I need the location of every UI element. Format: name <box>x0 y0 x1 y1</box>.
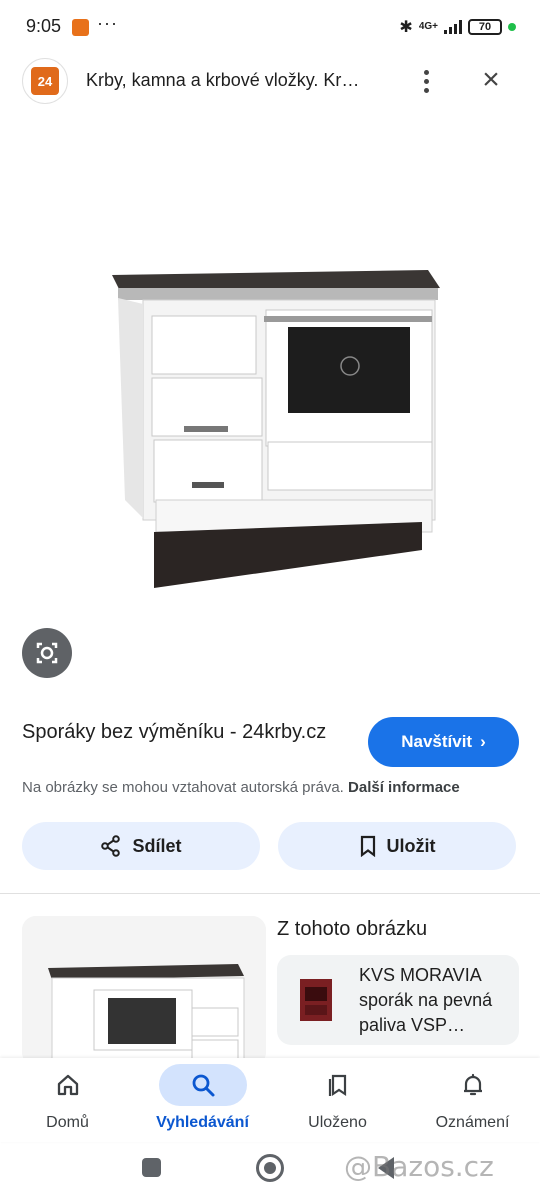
nav-notifications[interactable]: Oznámení <box>405 1058 540 1142</box>
copyright-text: Na obrázky se mohou vztahovat autorská p… <box>22 779 344 796</box>
more-notifications-icon: ··· <box>97 13 118 33</box>
result-title[interactable]: Sporáky bez výměníku - 24krby.cz <box>22 718 342 746</box>
bottom-navigation: Domů Vyhledávání Uloženo Oznámení <box>0 1058 540 1142</box>
site-logo-text: 24 <box>31 67 59 95</box>
nav-notifications-icon-wrap <box>431 1064 515 1106</box>
save-button[interactable]: Uložit <box>278 822 516 870</box>
more-options-icon[interactable] <box>414 66 438 96</box>
main-image[interactable] <box>0 120 540 620</box>
nav-saved-label: Uloženo <box>308 1114 367 1131</box>
visit-button-label: Navštívit <box>401 732 473 751</box>
chevron-right-icon: › <box>480 732 486 751</box>
nav-search-label: Vyhledávání <box>156 1114 249 1131</box>
bluetooth-icon: ✱ <box>399 19 413 36</box>
app-notification-icon <box>72 19 89 36</box>
product-title: KVS MORAVIA sporák na pevná paliva VSP… <box>359 965 493 1035</box>
nav-search-icon-wrap <box>158 1064 247 1106</box>
close-icon[interactable]: × <box>476 65 506 96</box>
stove-image <box>112 270 440 588</box>
home-button[interactable] <box>256 1154 284 1182</box>
battery-icon: 70 <box>468 19 502 35</box>
related-image-thumbnail[interactable] <box>22 916 266 1066</box>
watermark: @Bazos.cz <box>344 1150 494 1183</box>
nav-home[interactable]: Domů <box>0 1058 135 1142</box>
google-lens-icon <box>36 642 58 664</box>
nav-search[interactable]: Vyhledávání <box>135 1058 270 1142</box>
nav-saved-icon-wrap <box>296 1064 380 1106</box>
visit-button[interactable]: Navštívit › <box>368 717 519 767</box>
bookmark-icon <box>360 835 375 857</box>
lens-button[interactable] <box>22 628 72 678</box>
learn-more-link[interactable]: Další informace <box>348 779 460 796</box>
status-time: 9:05 <box>26 16 62 36</box>
nav-home-label: Domů <box>46 1114 89 1131</box>
share-icon <box>101 835 121 857</box>
share-button-label: Sdílet <box>132 835 182 856</box>
recents-button[interactable] <box>142 1158 161 1177</box>
signal-icon <box>444 20 462 34</box>
share-button[interactable]: Sdílet <box>22 822 260 870</box>
status-bar: 9:05 ··· ✱ 4G+ 70 <box>0 0 540 56</box>
divider <box>0 893 540 894</box>
viewer-header: 24 Krby, kamna a krbové vložky. Kr… × <box>0 58 540 108</box>
site-logo[interactable]: 24 <box>22 58 68 104</box>
stove-thumbnail <box>22 916 266 1066</box>
home-icon <box>57 1074 78 1096</box>
saved-icon <box>328 1074 346 1097</box>
nav-notifications-label: Oznámení <box>435 1114 510 1131</box>
product-thumbnail <box>300 979 332 1021</box>
nav-home-icon-wrap <box>26 1064 110 1106</box>
network-type: 4G+ <box>418 21 438 32</box>
privacy-indicator-icon <box>508 23 516 31</box>
related-heading: Z tohoto obrázku <box>277 918 428 940</box>
search-icon <box>192 1074 214 1097</box>
bell-icon <box>463 1073 482 1096</box>
copyright-notice: Na obrázky se mohou vztahovat autorská p… <box>22 779 522 796</box>
save-button-label: Uložit <box>386 835 436 856</box>
status-indicators: ✱ 4G+ 70 <box>399 17 516 37</box>
page-title[interactable]: Krby, kamna a krbové vložky. Kr… <box>86 70 386 91</box>
related-product-card[interactable]: KVS MORAVIA sporák na pevná paliva VSP… <box>277 955 519 1045</box>
nav-saved[interactable]: Uloženo <box>270 1058 405 1142</box>
